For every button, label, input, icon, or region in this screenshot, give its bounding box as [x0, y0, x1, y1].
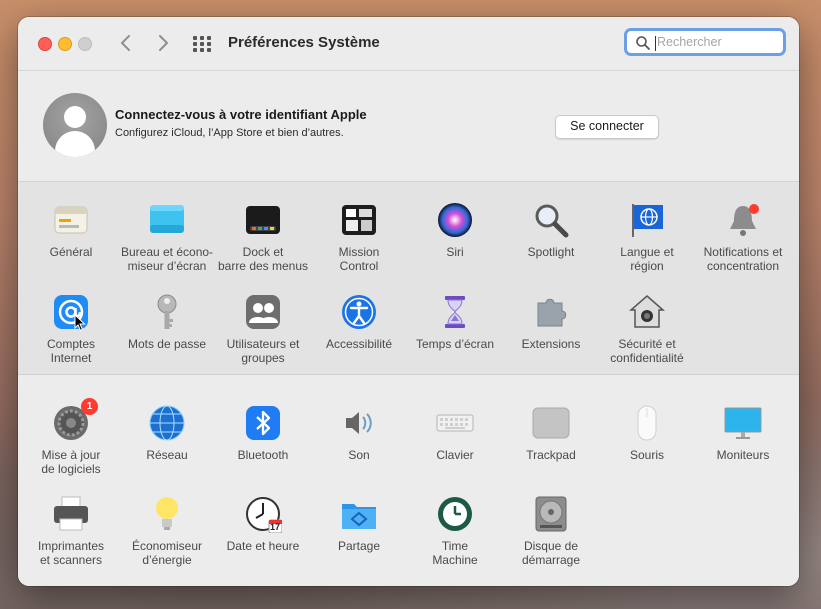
sound-icon — [340, 404, 378, 442]
system-preferences-window: Préférences Système Rechercher Connectez… — [18, 17, 799, 586]
apple-id-banner: Connectez-vous à votre identifiant Apple… — [18, 71, 799, 182]
displays-icon — [724, 404, 762, 442]
pref-pane-label: Utilisateurs et groupes — [226, 337, 300, 365]
close-button[interactable] — [38, 37, 52, 51]
window-title: Préférences Système — [228, 34, 380, 51]
text-caret — [655, 36, 656, 51]
preferences-section-hardware: 1 Mise à jour de logiciels Réseau Bluetooth… — [18, 375, 799, 586]
pref-pane-label: Langue et région — [620, 245, 674, 273]
preferences-section-personal: Général Bureau et écono- miseur d’écran Do… — [18, 182, 799, 375]
chevron-left-icon — [121, 35, 130, 51]
calendar-day-text: 17 — [270, 522, 281, 532]
pref-pane-label: Trackpad — [526, 448, 576, 462]
pref-pane-label: Temps d’écran — [415, 337, 495, 351]
pref-pane-label: Réseau — [146, 448, 188, 462]
avatar[interactable] — [43, 93, 107, 157]
bluetooth-icon — [244, 404, 282, 442]
search-field[interactable]: Rechercher — [624, 28, 786, 56]
zoom-button[interactable] — [78, 37, 92, 51]
pref-pane-label: Économiseur d’énergie — [131, 539, 203, 567]
minimize-button[interactable] — [58, 37, 72, 51]
general-icon — [52, 201, 90, 239]
passwords-icon — [148, 293, 186, 331]
pref-pane-label: Date et heure — [226, 539, 300, 553]
startup-disk-icon — [532, 495, 570, 533]
show-all-grid-icon[interactable] — [193, 36, 213, 52]
apple-id-subtitle: Configurez iCloud, l’App Store et bien d… — [115, 127, 344, 139]
pref-pane-label: Comptes Internet — [46, 337, 96, 365]
siri-icon — [436, 201, 474, 239]
pref-pane-label: Moniteurs — [716, 448, 770, 462]
accessibility-icon — [340, 293, 378, 331]
pref-pane-label: Clavier — [436, 448, 474, 462]
pref-pane-label: Bureau et écono- miseur d’écran — [120, 245, 214, 273]
extensions-icon — [532, 293, 570, 331]
pref-pane-label: Mots de passe — [127, 337, 207, 351]
printers-icon — [52, 495, 90, 533]
security-icon — [628, 293, 666, 331]
pref-pane-label: Partage — [337, 539, 381, 553]
mission-control-icon — [340, 201, 378, 239]
pref-pane-label: Disque de démarrage — [521, 539, 581, 567]
pref-pane-label: Sécurité et confidentialité — [610, 337, 684, 365]
keyboard-icon — [436, 404, 474, 442]
pref-pane-label: Mission Control — [338, 245, 380, 273]
search-icon — [636, 36, 650, 50]
network-icon — [148, 404, 186, 442]
update-count-badge: 1 — [81, 398, 98, 415]
pref-pane-label: Bluetooth — [237, 448, 289, 462]
chevron-right-icon — [159, 35, 168, 51]
apple-id-title: Connectez-vous à votre identifiant Apple — [115, 107, 367, 122]
forward-button[interactable] — [152, 31, 174, 55]
pref-pane-label: Notifications et concentration — [703, 245, 783, 273]
desktop-icon — [148, 201, 186, 239]
pref-pane-label: Time Machine — [432, 539, 478, 567]
mouse-icon — [628, 404, 666, 442]
search-placeholder: Rechercher — [657, 35, 722, 49]
pref-pane-label: Imprimantes et scanners — [37, 539, 105, 567]
back-button[interactable] — [115, 31, 137, 55]
spotlight-icon — [532, 201, 570, 239]
pref-pane-label: Souris — [629, 448, 664, 462]
pref-pane-label: Siri — [446, 245, 464, 259]
pref-pane-label: Accessibilité — [325, 337, 393, 351]
mouse-pointer-icon — [74, 313, 86, 332]
pref-pane-label: Mise à jour de logiciels — [41, 448, 101, 476]
pref-pane-label: Dock et barre des menus — [217, 245, 309, 273]
pref-pane-label: Son — [348, 448, 370, 462]
users-icon — [244, 293, 282, 331]
time-machine-icon — [436, 495, 474, 533]
notifications-icon — [724, 201, 762, 239]
trackpad-icon — [532, 404, 570, 442]
pref-pane-label: Spotlight — [527, 245, 575, 259]
pref-pane-label: Général — [49, 245, 93, 259]
screen-time-icon — [436, 293, 474, 331]
toolbar: Préférences Système Rechercher — [18, 17, 799, 71]
pref-pane-label: Extensions — [521, 337, 581, 351]
sign-in-button[interactable]: Se connecter — [555, 115, 659, 139]
sharing-icon — [340, 495, 378, 533]
dock-icon — [244, 201, 282, 239]
language-icon — [628, 201, 666, 239]
energy-icon — [148, 495, 186, 533]
